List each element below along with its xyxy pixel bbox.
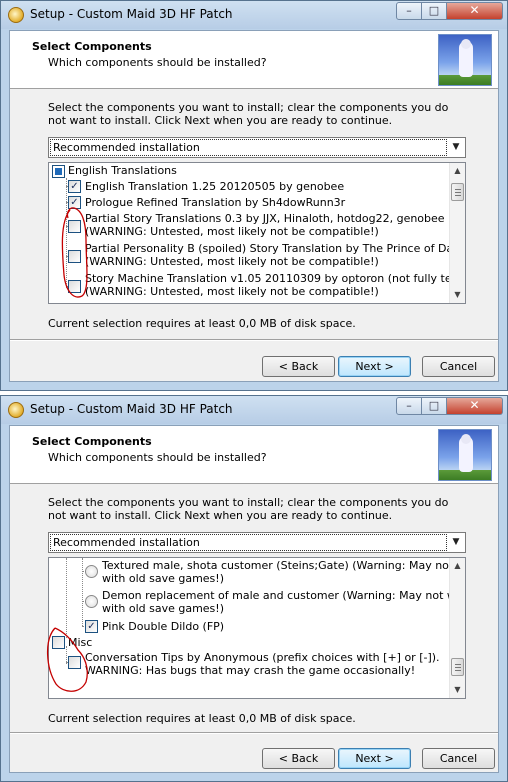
component-label: English Translations [68, 164, 177, 177]
instructions-text: Select the components you want to instal… [48, 101, 449, 127]
checkbox-unchecked[interactable] [68, 220, 81, 233]
install-type-select[interactable]: Recommended installation ▼ [48, 137, 466, 158]
checkbox-unchecked[interactable] [68, 656, 81, 669]
vertical-scrollbar[interactable]: ▲ ▼ [449, 558, 465, 698]
list-item[interactable]: ✓ Pink Double Dildo (FP) [49, 618, 449, 634]
window-title: Setup - Custom Maid 3D HF Patch [30, 7, 233, 21]
install-type-value: Recommended installation [50, 139, 447, 156]
checkbox-unchecked[interactable] [52, 636, 65, 649]
scroll-up-icon[interactable]: ▲ [450, 558, 465, 574]
wizard-header: Select Components Which components shoul… [10, 426, 498, 484]
component-warning: (WARNING: Untested, most likely not be c… [85, 255, 379, 268]
scroll-down-icon[interactable]: ▼ [450, 682, 465, 698]
checkbox-unchecked[interactable] [68, 280, 81, 293]
cancel-button[interactable]: Cancel [422, 356, 495, 377]
component-label: Misc [68, 636, 93, 649]
component-label: English Translation 1.25 20120505 by gen… [85, 180, 345, 193]
setup-window-1: Setup - Custom Maid 3D HF Patch – □ ✕ Se… [0, 0, 508, 391]
page-subtitle: Which components should be installed? [48, 56, 267, 69]
maximize-button[interactable]: □ [422, 397, 447, 415]
component-warning: (WARNING: Untested, most likely not be c… [85, 285, 379, 298]
divider [10, 732, 498, 734]
component-label: Story Machine Translation v1.05 20110309… [85, 272, 466, 285]
minimize-button[interactable]: – [396, 2, 422, 20]
component-label-line2: with old save games!) [102, 602, 224, 615]
components-list[interactable]: English Translations ✓ English Translati… [48, 162, 466, 304]
list-item[interactable]: Story Machine Translation v1.05 20110309… [49, 272, 465, 302]
cancel-button[interactable]: Cancel [422, 748, 495, 769]
wizard-body: Select Components Which components shoul… [9, 30, 499, 382]
divider [10, 339, 498, 341]
next-button[interactable]: Next > [338, 356, 411, 377]
disk-space-text: Current selection requires at least 0,0 … [48, 317, 356, 330]
component-label-line2: with old save games!) [102, 572, 224, 585]
install-type-value: Recommended installation [50, 534, 447, 551]
radio-button[interactable] [85, 595, 98, 608]
checkbox-unchecked[interactable] [68, 250, 81, 263]
component-label: Partial Personality B (spoiled) Story Tr… [85, 242, 466, 255]
vertical-scrollbar[interactable]: ▲ ▼ [449, 163, 465, 303]
component-warning: (WARNING: Untested, most likely not be c… [85, 225, 379, 238]
wizard-image [438, 429, 492, 481]
list-item[interactable]: Conversation Tips by Anonymous (prefix c… [49, 650, 449, 680]
list-item[interactable]: Partial Story Translations 0.3 by JJX, H… [49, 212, 449, 242]
back-button[interactable]: < Back [262, 356, 335, 377]
checkbox-checked[interactable]: ✓ [68, 196, 81, 209]
instructions-text: Select the components you want to instal… [48, 496, 449, 522]
checkbox-checked[interactable]: ✓ [68, 180, 81, 193]
maximize-button[interactable]: □ [422, 2, 447, 20]
component-label: Conversation Tips by Anonymous (prefix c… [85, 651, 440, 664]
close-button[interactable]: ✕ [447, 397, 503, 415]
title-bar[interactable]: Setup - Custom Maid 3D HF Patch – □ ✕ [1, 396, 507, 424]
setup-app-icon [8, 7, 24, 23]
window-title: Setup - Custom Maid 3D HF Patch [30, 402, 233, 416]
page-title: Select Components [32, 435, 152, 448]
close-button[interactable]: ✕ [447, 2, 503, 20]
next-button[interactable]: Next > [338, 748, 411, 769]
component-label: Partial Story Translations 0.3 by JJX, H… [85, 212, 445, 225]
list-item[interactable]: Demon replacement of male and customer (… [49, 588, 465, 618]
list-item[interactable]: Partial Personality B (spoiled) Story Tr… [49, 242, 465, 272]
checkbox-checked[interactable]: ✓ [85, 620, 98, 633]
scroll-down-icon[interactable]: ▼ [450, 287, 465, 303]
list-item[interactable]: Misc [49, 634, 449, 650]
disk-space-text: Current selection requires at least 0,0 … [48, 712, 356, 725]
list-item[interactable]: English Translations [49, 163, 449, 179]
chevron-down-icon[interactable]: ▼ [448, 139, 464, 156]
install-type-select[interactable]: Recommended installation ▼ [48, 532, 466, 553]
radio-button[interactable] [85, 565, 98, 578]
component-label: Textured male, shota customer (Steins;Ga… [102, 559, 466, 572]
wizard-header: Select Components Which components shoul… [10, 31, 498, 89]
scroll-up-icon[interactable]: ▲ [450, 163, 465, 179]
checkbox-partial[interactable] [52, 165, 65, 178]
component-label: Demon replacement of male and customer (… [102, 589, 466, 602]
component-label: Pink Double Dildo (FP) [102, 620, 225, 633]
minimize-button[interactable]: – [396, 397, 422, 415]
components-list[interactable]: Textured male, shota customer (Steins;Ga… [48, 557, 466, 699]
wizard-body: Select Components Which components shoul… [9, 425, 499, 773]
title-bar[interactable]: Setup - Custom Maid 3D HF Patch – □ ✕ [1, 1, 507, 29]
chevron-down-icon[interactable]: ▼ [448, 534, 464, 551]
setup-app-icon [8, 402, 24, 418]
page-subtitle: Which components should be installed? [48, 451, 267, 464]
wizard-image [438, 34, 492, 86]
back-button[interactable]: < Back [262, 748, 335, 769]
list-item[interactable]: ✓ English Translation 1.25 20120505 by g… [49, 179, 449, 195]
scroll-thumb[interactable] [451, 183, 464, 201]
scroll-thumb[interactable] [451, 658, 464, 676]
component-label: Prologue Refined Translation by Sh4dowRu… [85, 196, 346, 209]
setup-window-2: Setup - Custom Maid 3D HF Patch – □ ✕ Se… [0, 395, 508, 782]
list-item[interactable]: Textured male, shota customer (Steins;Ga… [49, 558, 465, 588]
component-label-line2: WARNING: Has bugs that may crash the gam… [85, 664, 416, 677]
list-item[interactable]: ✓ Prologue Refined Translation by Sh4dow… [49, 195, 449, 211]
page-title: Select Components [32, 40, 152, 53]
